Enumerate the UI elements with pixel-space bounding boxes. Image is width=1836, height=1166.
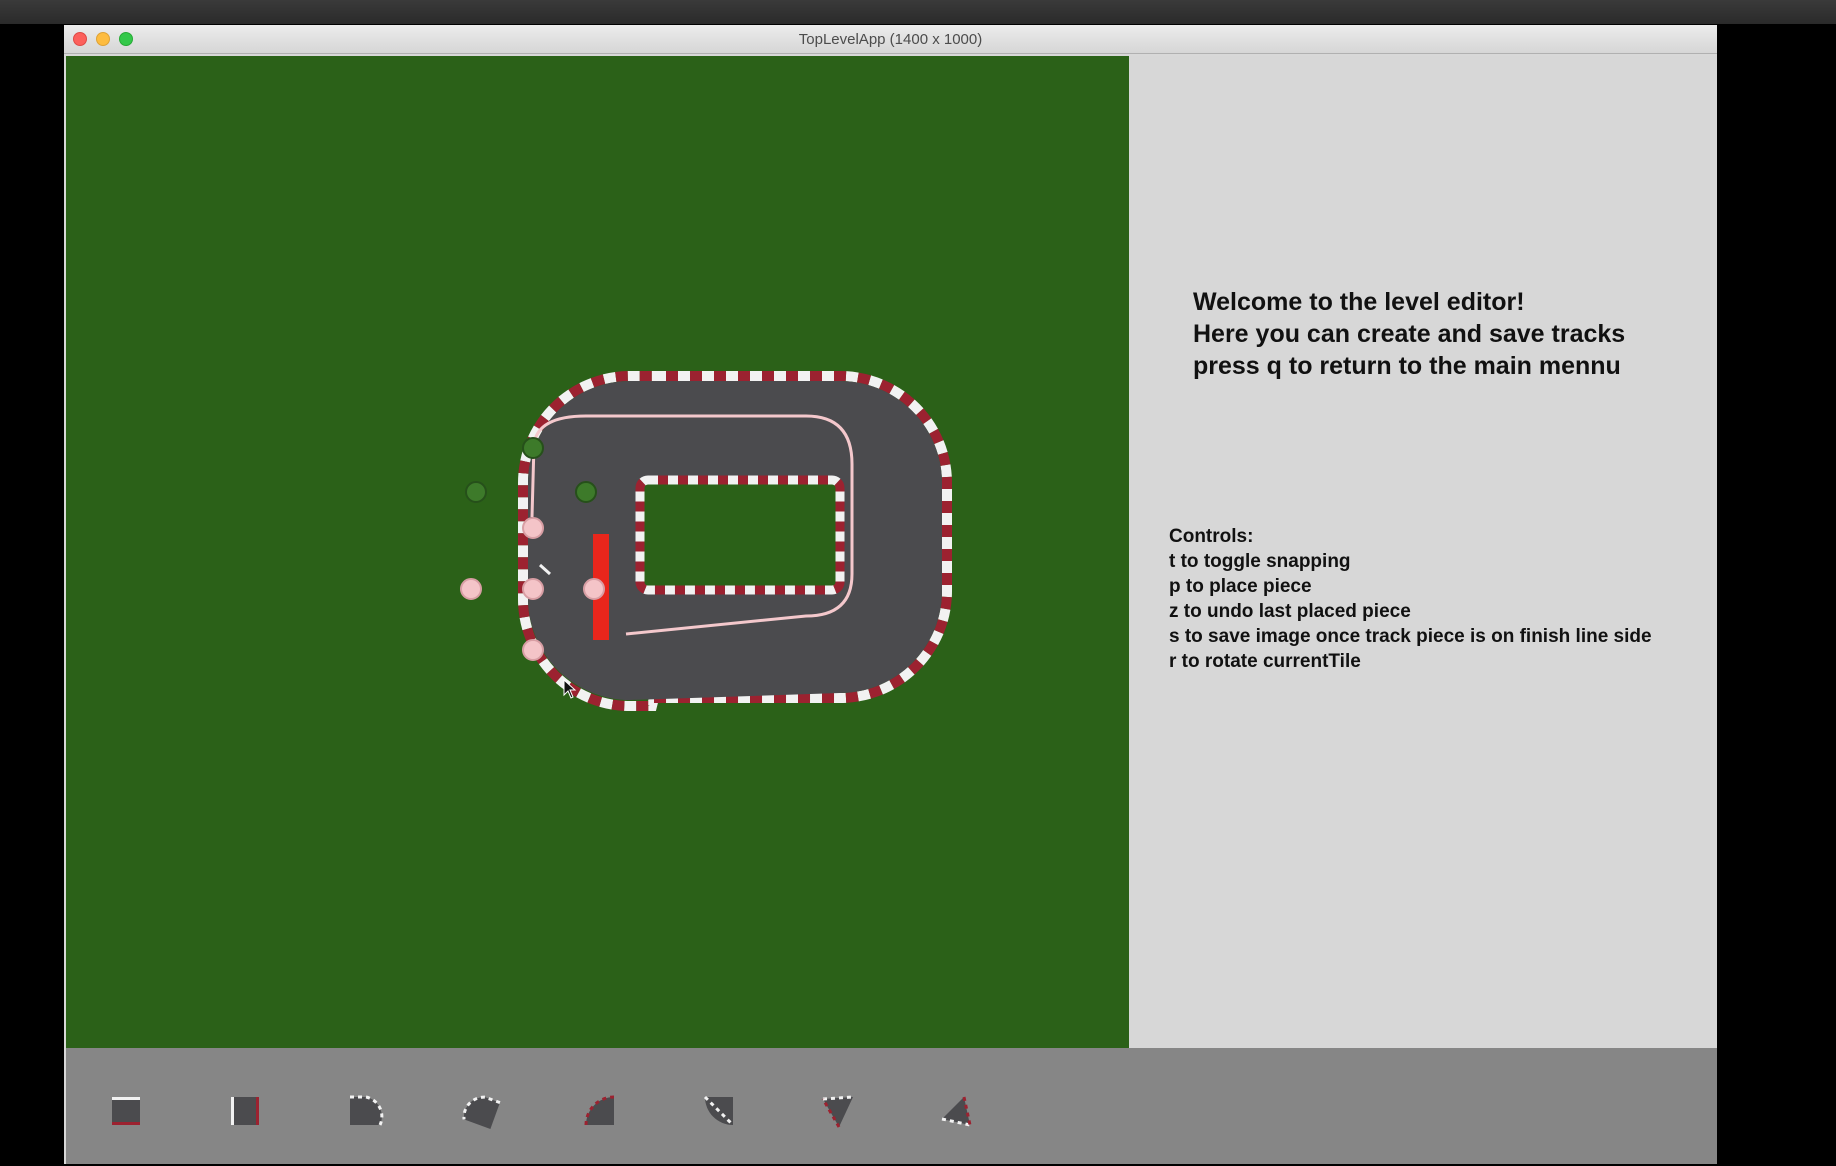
- curve-tile-1[interactable]: [342, 1089, 386, 1133]
- welcome-line-3: press q to return to the main mennu: [1193, 352, 1621, 380]
- control-undo: z to undo last placed piece: [1169, 601, 1411, 622]
- welcome-line-2: Here you can create and save tracks: [1193, 320, 1626, 348]
- control-save: s to save image once track piece is on f…: [1169, 626, 1652, 647]
- curve-3-icon: [584, 1095, 615, 1126]
- corner-1-icon: [821, 1095, 854, 1128]
- window-title: TopLevelApp (1400 x 1000): [798, 31, 983, 48]
- track-piece-palette: [66, 1048, 1717, 1164]
- mouse-cursor-icon: [563, 679, 577, 699]
- piece-marker-pink-2: [460, 578, 482, 600]
- control-place: p to place piece: [1169, 576, 1312, 597]
- piece-marker-pink-3: [522, 578, 544, 600]
- curve-tile-3[interactable]: [578, 1089, 622, 1133]
- corner-tile-2[interactable]: [934, 1089, 978, 1133]
- info-panel: Welcome to the level editor! Here you ca…: [1130, 56, 1717, 1048]
- connector-marker-green-2: [465, 481, 487, 503]
- connector-marker-green-3: [575, 481, 597, 503]
- infield-grass: [640, 480, 840, 590]
- screen-top-strip: [0, 0, 1836, 24]
- piece-marker-pink-5: [522, 639, 544, 661]
- control-rotate: r to rotate currentTile: [1169, 651, 1361, 672]
- app-window: TopLevelApp (1400 x 1000) Welcome to the…: [64, 25, 1717, 1164]
- straight-vertical-icon: [231, 1097, 259, 1125]
- straight-horizontal-icon: [112, 1097, 140, 1125]
- controls-title: Controls:: [1169, 526, 1254, 547]
- curve-4-icon: [703, 1095, 735, 1127]
- piece-marker-pink-4: [583, 578, 605, 600]
- curve-tile-2[interactable]: [460, 1089, 504, 1133]
- track-editor-canvas[interactable]: [66, 56, 1129, 1048]
- curve-1-icon: [350, 1095, 384, 1126]
- straight-horizontal-tile[interactable]: [104, 1089, 148, 1133]
- curve-2-icon: [462, 1095, 501, 1129]
- curve-tile-4[interactable]: [697, 1089, 741, 1133]
- piece-marker-pink-1: [522, 517, 544, 539]
- track-drawing: [460, 371, 952, 711]
- straight-vertical-tile[interactable]: [223, 1089, 267, 1133]
- title-bar: TopLevelApp (1400 x 1000): [64, 25, 1717, 54]
- connector-marker-green-1: [522, 437, 544, 459]
- welcome-line-1: Welcome to the level editor!: [1193, 288, 1525, 316]
- control-snapping: t to toggle snapping: [1169, 551, 1351, 572]
- corner-tile-1[interactable]: [815, 1089, 859, 1133]
- corner-2-icon: [941, 1096, 972, 1127]
